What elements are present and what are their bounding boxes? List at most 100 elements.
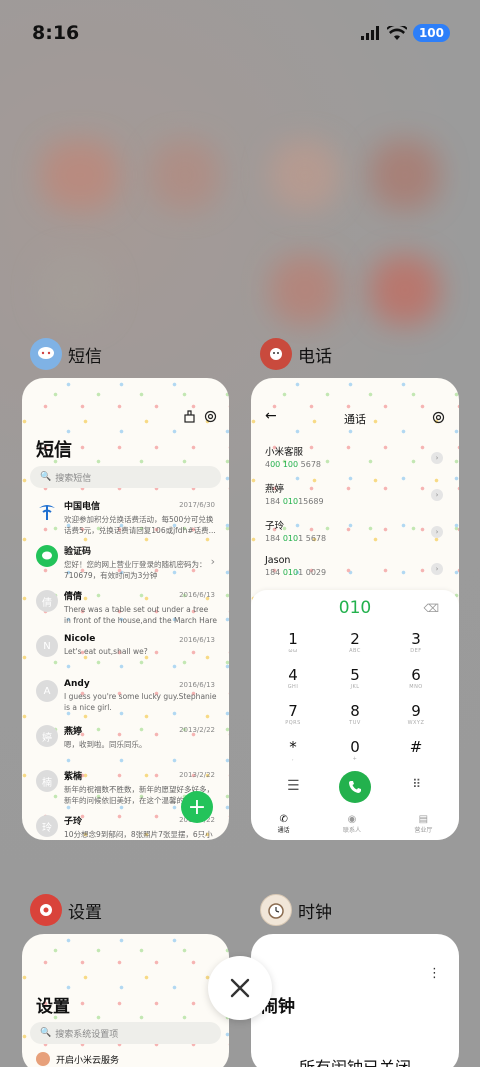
search-placeholder: 搜索短信 (55, 473, 92, 484)
settings-app-icon (30, 894, 62, 926)
tab-calls[interactable]: ✆ 通话 (278, 814, 290, 834)
sms-app-card[interactable]: 短信 🔍 搜索短信 中国电信 2017/6/30 欢迎参加积分兑换话费活动，每5… (22, 378, 229, 840)
list-item[interactable]: 验证码 › 您好！您的网上营业厅登录的随机密码为：710679，有效时间为3分钟 (22, 541, 229, 586)
sms-sender: 验证码 (64, 547, 92, 557)
settings-gear-icon[interactable] (432, 411, 445, 424)
sms-app-icon (30, 338, 62, 370)
blurred-blob (150, 140, 220, 210)
avatar: A (36, 680, 58, 702)
new-message-button[interactable]: + (181, 791, 213, 823)
phone-header: ← 通话 (263, 408, 447, 428)
keypad-grid-icon[interactable]: ⠿ (412, 777, 421, 791)
list-item[interactable]: N Nicole 2016/6/13 Let's eat out,shall w… (22, 631, 229, 676)
dial-key[interactable]: 1 ωω (263, 630, 323, 654)
sms-preview: Let's eat out,shall we? (64, 647, 148, 656)
bottom-nav: ✆ 通话 ◉ 联系人 ▤ 营业厅 (251, 814, 459, 834)
dial-key[interactable]: 7 PQRS (263, 702, 323, 726)
contact-name: 子玲 (265, 521, 285, 532)
clock-app-card[interactable]: ⋮ 闹钟 所有闹钟已关闭 (251, 934, 459, 1067)
tab-contacts[interactable]: ◉ 联系人 (343, 814, 361, 834)
contacts-icon: ◉ (347, 814, 357, 825)
contact-number: 184 01015689 (265, 497, 324, 506)
close-icon (230, 978, 250, 998)
battery-badge: 100 (412, 24, 450, 42)
list-item[interactable]: 倩 倩倩 2016/6/13 There was a table set out… (22, 586, 229, 631)
message-bubble-icon (36, 545, 58, 567)
search-icon: 🔍 (40, 472, 52, 482)
sms-date: 2016/6/13 (179, 591, 215, 599)
menu-icon[interactable]: ☰ (287, 778, 300, 794)
clear-all-button[interactable] (208, 956, 272, 1020)
chevron-right-icon[interactable]: › (431, 563, 443, 575)
sms-date: 2016/6/13 (179, 681, 215, 689)
call-button[interactable] (339, 771, 371, 803)
blurred-blob (40, 255, 110, 325)
dial-key[interactable]: 2 ABC (325, 630, 385, 654)
chevron-right-icon[interactable]: › (431, 489, 443, 501)
phone-page-title: 通话 (344, 413, 366, 426)
sms-date: 2017/6/30 (179, 501, 215, 509)
contact-row[interactable]: Jason 184 0101 0029 › (265, 555, 445, 591)
app-name: 设置 (68, 902, 102, 923)
dial-key[interactable]: 6 MNO (386, 666, 446, 690)
dial-key[interactable]: 0 + (325, 738, 385, 762)
contact-name: 小米客服 (265, 447, 304, 458)
more-vertical-icon[interactable]: ⋮ (428, 966, 441, 981)
dial-key[interactable]: # (386, 738, 446, 756)
wifi-icon (386, 25, 407, 40)
settings-item-cloud[interactable]: 开启小米云服务 (36, 1052, 119, 1066)
contact-row[interactable]: 小米客服 400 100 5678 › (265, 444, 445, 480)
signal-icon (360, 26, 379, 40)
dial-key[interactable]: 5 JKL (325, 666, 385, 690)
dial-key[interactable]: 8 TUV (325, 702, 385, 726)
list-item[interactable]: 婷 燕婷 2013/2/22 嗯，收到啦。同乐同乐。 (22, 721, 229, 766)
dial-key[interactable]: 4 GHI (263, 666, 323, 690)
tab-service-hall[interactable]: ▤ 营业厅 (414, 814, 432, 834)
dial-key[interactable]: *, (263, 738, 323, 762)
alarm-status-text: 所有闹钟已关闭 (251, 1054, 459, 1067)
app-label-phone[interactable]: 电话 (260, 338, 332, 370)
sms-date: 2013/2/22 (179, 771, 215, 779)
telecom-logo-icon (36, 500, 58, 522)
app-name: 短信 (68, 346, 102, 367)
chevron-right-icon: › (210, 555, 215, 568)
list-item[interactable]: 中国电信 2017/6/30 欢迎参加积分兑换话费活动，每500分可兑换话费5元… (22, 496, 229, 541)
sms-toolbar (183, 410, 217, 423)
sms-page-title: 短信 (36, 440, 72, 461)
app-label-clock[interactable]: 时钟 (260, 894, 332, 926)
phone-app-card[interactable]: ← 通话 小米客服 400 100 5678 › 燕婷 184 01015689… (251, 378, 459, 840)
dialpad: 010 ⌫ 1 ωω 2 ABC 3 DEF 4 GHI 5 JKL 6 MNO 7 PQRS… (251, 590, 459, 840)
chevron-right-icon[interactable]: › (431, 526, 443, 538)
sms-search-input[interactable]: 🔍 搜索短信 (30, 466, 221, 488)
contact-row[interactable]: 燕婷 184 01015689 › (265, 481, 445, 517)
contact-row[interactable]: 子玲 184 0101 5678 › (265, 518, 445, 554)
app-label-settings[interactable]: 设置 (30, 894, 102, 926)
list-item[interactable]: A Andy 2016/6/13 I guess you're some luc… (22, 676, 229, 721)
sms-date: 2013/2/22 (179, 726, 215, 734)
contact-number: 184 0101 5678 (265, 534, 327, 543)
app-label-sms[interactable]: 短信 (30, 338, 102, 370)
sms-preview: There was a table set out under a tree i… (64, 605, 217, 625)
settings-gear-icon[interactable] (204, 410, 217, 423)
plus-icon: + (187, 794, 207, 820)
status-bar: 8:16 100 (0, 0, 480, 66)
contact-number: 184 0101 0029 (265, 568, 327, 577)
search-icon: 🔍 (40, 1028, 52, 1038)
phone-app-icon (260, 338, 292, 370)
blurred-blob (370, 140, 440, 210)
avatar: 倩 (36, 590, 58, 612)
avatar: N (36, 635, 58, 657)
contact-name: 燕婷 (265, 484, 285, 495)
settings-app-card[interactable]: 设置 🔍 搜索系统设置项 开启小米云服务 (22, 934, 229, 1067)
dial-key[interactable]: 9 WXYZ (386, 702, 446, 726)
settings-search-input[interactable]: 🔍 搜索系统设置项 (30, 1022, 221, 1044)
sms-preview: 您好！您的网上营业厅登录的随机密码为：710679，有效时间为3分钟 (64, 560, 207, 580)
backspace-icon[interactable]: ⌫ (423, 602, 439, 615)
status-time: 8:16 (32, 22, 80, 44)
dial-key[interactable]: 3 DEF (386, 630, 446, 654)
sms-preview: I guess you're some lucky guy.Stephanie … (64, 692, 217, 712)
chevron-right-icon[interactable]: › (431, 452, 443, 464)
clean-icon[interactable] (183, 410, 196, 423)
clock-app-icon (260, 894, 292, 926)
phone-call-icon (349, 781, 361, 793)
